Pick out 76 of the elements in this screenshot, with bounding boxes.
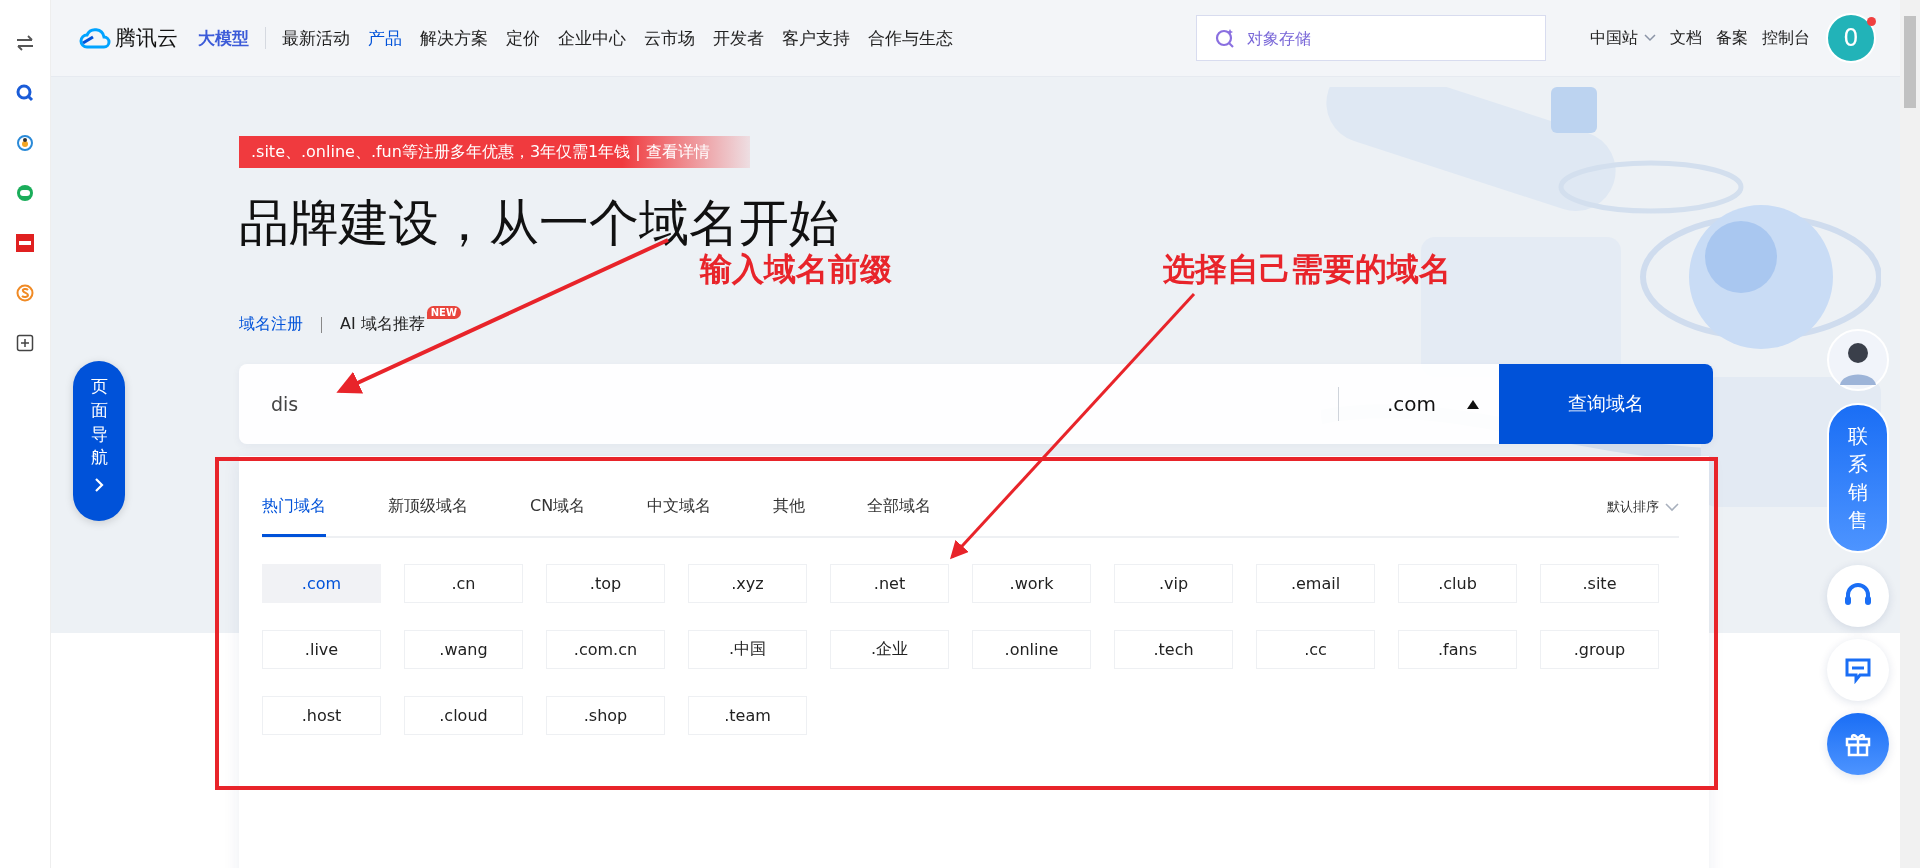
- sort-dropdown[interactable]: 默认排序: [1607, 498, 1659, 516]
- chevron-down-icon: [1665, 502, 1679, 512]
- ai-search-icon: [1214, 27, 1236, 49]
- contact-sales-button[interactable]: 联系销售: [1827, 403, 1889, 553]
- domain-suffix-option[interactable]: .vip: [1114, 564, 1233, 603]
- nav-link[interactable]: 产品: [368, 26, 402, 50]
- domain-suffix-option[interactable]: .team: [688, 696, 807, 735]
- nav-link[interactable]: 控制台: [1762, 27, 1810, 49]
- domain-suffix-option[interactable]: .live: [262, 630, 381, 669]
- search-domain-button[interactable]: 查询域名: [1499, 364, 1713, 444]
- nav-link[interactable]: 定价: [506, 26, 540, 50]
- new-badge: NEW: [426, 306, 461, 319]
- domain-suffix-option[interactable]: .xyz: [688, 564, 807, 603]
- brand-name[interactable]: 腾讯云: [115, 24, 178, 52]
- nav-link[interactable]: 大模型: [198, 26, 249, 50]
- domain-suffix-option[interactable]: .club: [1398, 564, 1517, 603]
- annotation-text: 选择自己需要的域名: [1163, 249, 1451, 290]
- nav-link[interactable]: 企业中心: [558, 26, 626, 50]
- search-field[interactable]: 对象存储: [1196, 15, 1546, 61]
- page-navigation-button[interactable]: 页面导航: [73, 361, 125, 521]
- domain-suffix-option[interactable]: .com.cn: [546, 630, 665, 669]
- domain-suffix-option[interactable]: .fans: [1398, 630, 1517, 669]
- cloud-logo-icon: [79, 27, 111, 49]
- chat-app-icon[interactable]: [16, 184, 34, 202]
- add-icon[interactable]: [16, 334, 34, 352]
- chevron-down-icon: [1644, 34, 1656, 42]
- nav-link[interactable]: 文档: [1670, 27, 1702, 49]
- nav-link[interactable]: 备案: [1716, 27, 1748, 49]
- nav-link[interactable]: 最新活动: [282, 26, 350, 50]
- domain-suffix-option[interactable]: .wang: [404, 630, 523, 669]
- region-selector[interactable]: 中国站: [1590, 27, 1638, 49]
- page-title: 品牌建设，从一个域名开始: [239, 193, 839, 252]
- domain-tab[interactable]: 全部域名: [867, 479, 932, 537]
- scrollbar[interactable]: [1900, 0, 1920, 868]
- domain-suffix-option[interactable]: .cn: [404, 564, 523, 603]
- domain-suffix-option[interactable]: .cloud: [404, 696, 523, 735]
- domain-suffix-option[interactable]: .net: [830, 564, 949, 603]
- domain-suffix-option[interactable]: .online: [972, 630, 1091, 669]
- domain-suffix-option[interactable]: .shop: [546, 696, 665, 735]
- promo-banner[interactable]: .site、.online、.fun等注册多年优惠，3年仅需1年钱 | 查看详情: [239, 136, 750, 168]
- annotation-text: 输入域名前缀: [700, 249, 892, 290]
- s-app-icon[interactable]: [16, 284, 34, 302]
- domain-suffix-option[interactable]: .cc: [1256, 630, 1375, 669]
- suffix-dropdown[interactable]: .com: [1339, 392, 1499, 416]
- domain-input[interactable]: dis: [239, 392, 1338, 416]
- nav-link[interactable]: 合作与生态: [868, 26, 953, 50]
- domain-suffix-option[interactable]: .work: [972, 564, 1091, 603]
- search-app-icon[interactable]: [16, 84, 34, 102]
- domain-tab[interactable]: 中文域名: [647, 479, 712, 537]
- nav-link[interactable]: 客户支持: [782, 26, 850, 50]
- domain-suffix-option[interactable]: .host: [262, 696, 381, 735]
- domain-suffix-option[interactable]: .com: [262, 564, 381, 603]
- feedback-button[interactable]: [1827, 639, 1889, 701]
- sub-tab[interactable]: AI 域名推荐: [340, 310, 425, 338]
- sub-tab[interactable]: 域名注册: [239, 310, 303, 338]
- domain-tab[interactable]: CN域名: [530, 479, 586, 537]
- caret-up-icon: [1467, 399, 1479, 409]
- assistant-avatar[interactable]: [1827, 329, 1889, 391]
- domain-tab[interactable]: 新顶级域名: [388, 479, 468, 537]
- domain-suffix-option[interactable]: .中国: [688, 630, 807, 669]
- domain-tab[interactable]: 热门域名: [262, 479, 326, 537]
- nav-link[interactable]: 开发者: [713, 26, 764, 50]
- chevron-right-icon: [94, 478, 104, 493]
- gift-button[interactable]: [1827, 713, 1889, 775]
- domain-suffix-option[interactable]: .企业: [830, 630, 949, 669]
- nav-link[interactable]: 解决方案: [420, 26, 488, 50]
- domain-tab[interactable]: 其他: [773, 479, 806, 537]
- support-button[interactable]: [1827, 565, 1889, 627]
- nav-link[interactable]: 云市场: [644, 26, 695, 50]
- domain-suffix-option[interactable]: .tech: [1114, 630, 1233, 669]
- domain-suffix-option[interactable]: .site: [1540, 564, 1659, 603]
- domain-suffix-option[interactable]: .group: [1540, 630, 1659, 669]
- chat-icon: [1844, 656, 1872, 684]
- domain-suffix-option[interactable]: .email: [1256, 564, 1375, 603]
- swap-icon[interactable]: [15, 34, 35, 52]
- domain-suffix-option[interactable]: .top: [546, 564, 665, 603]
